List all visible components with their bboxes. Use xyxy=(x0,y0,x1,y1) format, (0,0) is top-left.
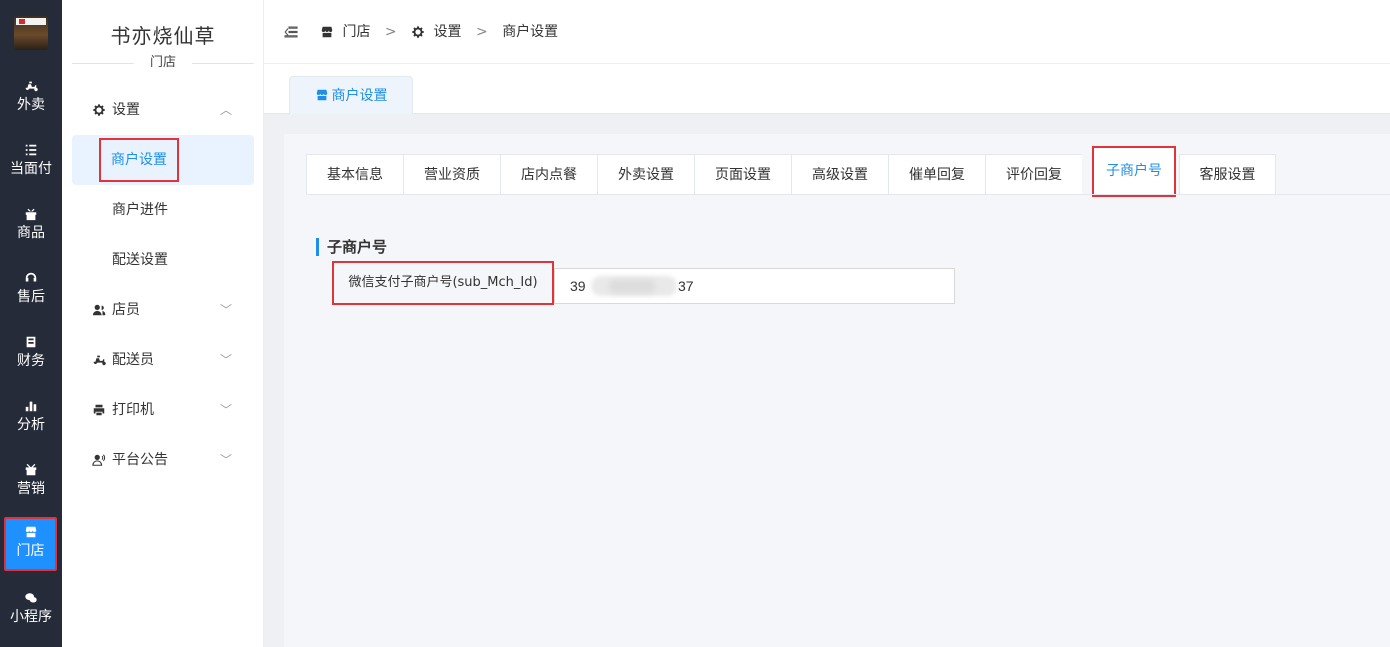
page-tab-merchant-settings[interactable]: 商户设置 xyxy=(289,76,413,114)
chevron-down-icon: ﹀ xyxy=(219,403,232,417)
store-subtitle-text: 门店 xyxy=(149,55,176,70)
rail-item-after-sales[interactable]: 售后 xyxy=(0,262,62,320)
store-logo[interactable] xyxy=(14,16,48,50)
collapse-sidebar-icon[interactable] xyxy=(284,25,298,39)
chevron-down-icon: ﹀ xyxy=(219,353,232,367)
chevron-down-icon: ﹀ xyxy=(219,453,232,467)
tabs-divider xyxy=(306,194,1390,195)
redacted-blur-inner xyxy=(609,280,655,293)
content-background: 基本信息 营业资质 店内点餐 外卖设置 页面设置 高级设置 催单回复 评价回复 … xyxy=(264,114,1390,647)
menu-printers[interactable]: 打印机 ﹀ xyxy=(72,385,254,435)
secondary-sidebar: 书亦烧仙草 门店 设置 ︿ 商户设置 商户进件 配送设置 店员 ﹀ 配送员 ﹀ … xyxy=(62,0,264,647)
wechat-icon xyxy=(0,589,62,607)
menu-announcements[interactable]: 平台公告 ﹀ xyxy=(72,435,254,485)
chevron-down-icon: ﹀ xyxy=(219,303,232,317)
sub-item-label: 商户设置 xyxy=(99,138,179,182)
tab-customer-service[interactable]: 客服设置 xyxy=(1179,154,1276,195)
logo-mark xyxy=(19,19,25,24)
input-value-prefix: 39 xyxy=(570,278,586,294)
gear-icon xyxy=(411,22,425,42)
gift-box-icon xyxy=(0,461,62,479)
input-value-suffix: 37 xyxy=(678,278,694,294)
settings-card: 基本信息 营业资质 店内点餐 外卖设置 页面设置 高级设置 催单回复 评价回复 … xyxy=(284,134,1390,647)
app-rail: 外卖 当面付 商品 售后 财务 分析 营销 门店 小程序 xyxy=(0,0,62,647)
sub-item-label: 配送设置 xyxy=(112,252,168,268)
list-icon xyxy=(0,141,62,159)
menu-settings[interactable]: 设置 ︿ xyxy=(72,85,254,135)
page-tab-strip: 商户设置 xyxy=(264,64,1390,114)
delivery-scooter-icon xyxy=(92,353,106,367)
page-tab-label: 商户设置 xyxy=(331,88,388,104)
headset-icon xyxy=(0,269,62,287)
gift-icon xyxy=(0,205,62,223)
sub-mch-id-label: 微信支付子商户号(sub_Mch_Id) xyxy=(332,261,554,305)
delivery-scooter-icon xyxy=(0,77,62,95)
main-area: 门店 > 设置 > 商户设置 商户设置 基本信息 营业资质 店内点餐 外卖设置 … xyxy=(264,0,1390,647)
breadcrumb-separator: > xyxy=(476,24,488,40)
top-bar: 门店 > 设置 > 商户设置 xyxy=(264,0,1390,64)
section-title: 子商户号 xyxy=(316,238,387,256)
tab-advanced-settings[interactable]: 高级设置 xyxy=(791,154,888,195)
rail-item-goods[interactable]: 商品 xyxy=(0,198,62,256)
rail-item-finance[interactable]: 财务 xyxy=(0,326,62,384)
store-name: 书亦烧仙草 xyxy=(110,24,216,48)
bar-chart-icon xyxy=(0,397,62,415)
store-icon xyxy=(6,523,55,541)
rail-item-mini-program[interactable]: 小程序 xyxy=(0,582,62,640)
store-icon xyxy=(320,22,334,42)
rail-item-store[interactable]: 门店 xyxy=(4,517,57,571)
breadcrumb-item[interactable]: 设置 xyxy=(434,22,462,42)
breadcrumb-item[interactable]: 门店 xyxy=(342,22,370,42)
tab-basic-info[interactable]: 基本信息 xyxy=(306,154,403,195)
tab-review-reply[interactable]: 评价回复 xyxy=(985,154,1082,195)
sub-item-label: 商户进件 xyxy=(112,202,168,218)
menu-couriers[interactable]: 配送员 ﹀ xyxy=(72,335,254,385)
menu-staff[interactable]: 店员 ﹀ xyxy=(72,285,254,335)
chevron-up-icon: ︿ xyxy=(219,103,232,117)
breadcrumb-item: 商户设置 xyxy=(502,24,559,40)
users-icon xyxy=(92,303,106,317)
sub-item-merchant-settings[interactable]: 商户设置 xyxy=(72,135,254,185)
printer-icon xyxy=(92,403,106,417)
tab-business-license[interactable]: 营业资质 xyxy=(403,154,500,195)
tab-reminder-reply[interactable]: 催单回复 xyxy=(888,154,985,195)
store-subtitle: 门店 xyxy=(72,54,254,72)
rail-item-marketing[interactable]: 营销 xyxy=(0,454,62,512)
breadcrumb: 门店 > 设置 > 商户设置 xyxy=(320,22,558,42)
tab-sub-merchant[interactable]: 子商户号 xyxy=(1092,146,1176,197)
sub-mch-id-input[interactable]: 39 37 xyxy=(554,268,955,304)
breadcrumb-separator: > xyxy=(384,24,397,40)
tab-dine-in[interactable]: 店内点餐 xyxy=(500,154,597,195)
gear-icon xyxy=(92,103,106,117)
ledger-icon xyxy=(0,333,62,351)
tab-takeout-settings[interactable]: 外卖设置 xyxy=(597,154,694,195)
rail-item-analysis[interactable]: 分析 xyxy=(0,390,62,448)
sub-item-delivery-settings[interactable]: 配送设置 xyxy=(72,235,254,285)
rail-item-face-pay[interactable]: 当面付 xyxy=(0,134,62,192)
tab-page-settings[interactable]: 页面设置 xyxy=(694,154,791,195)
rail-item-takeout[interactable]: 外卖 xyxy=(0,70,62,128)
announcement-icon xyxy=(92,453,106,467)
sub-item-merchant-onboarding[interactable]: 商户进件 xyxy=(72,185,254,235)
store-icon xyxy=(316,89,327,101)
